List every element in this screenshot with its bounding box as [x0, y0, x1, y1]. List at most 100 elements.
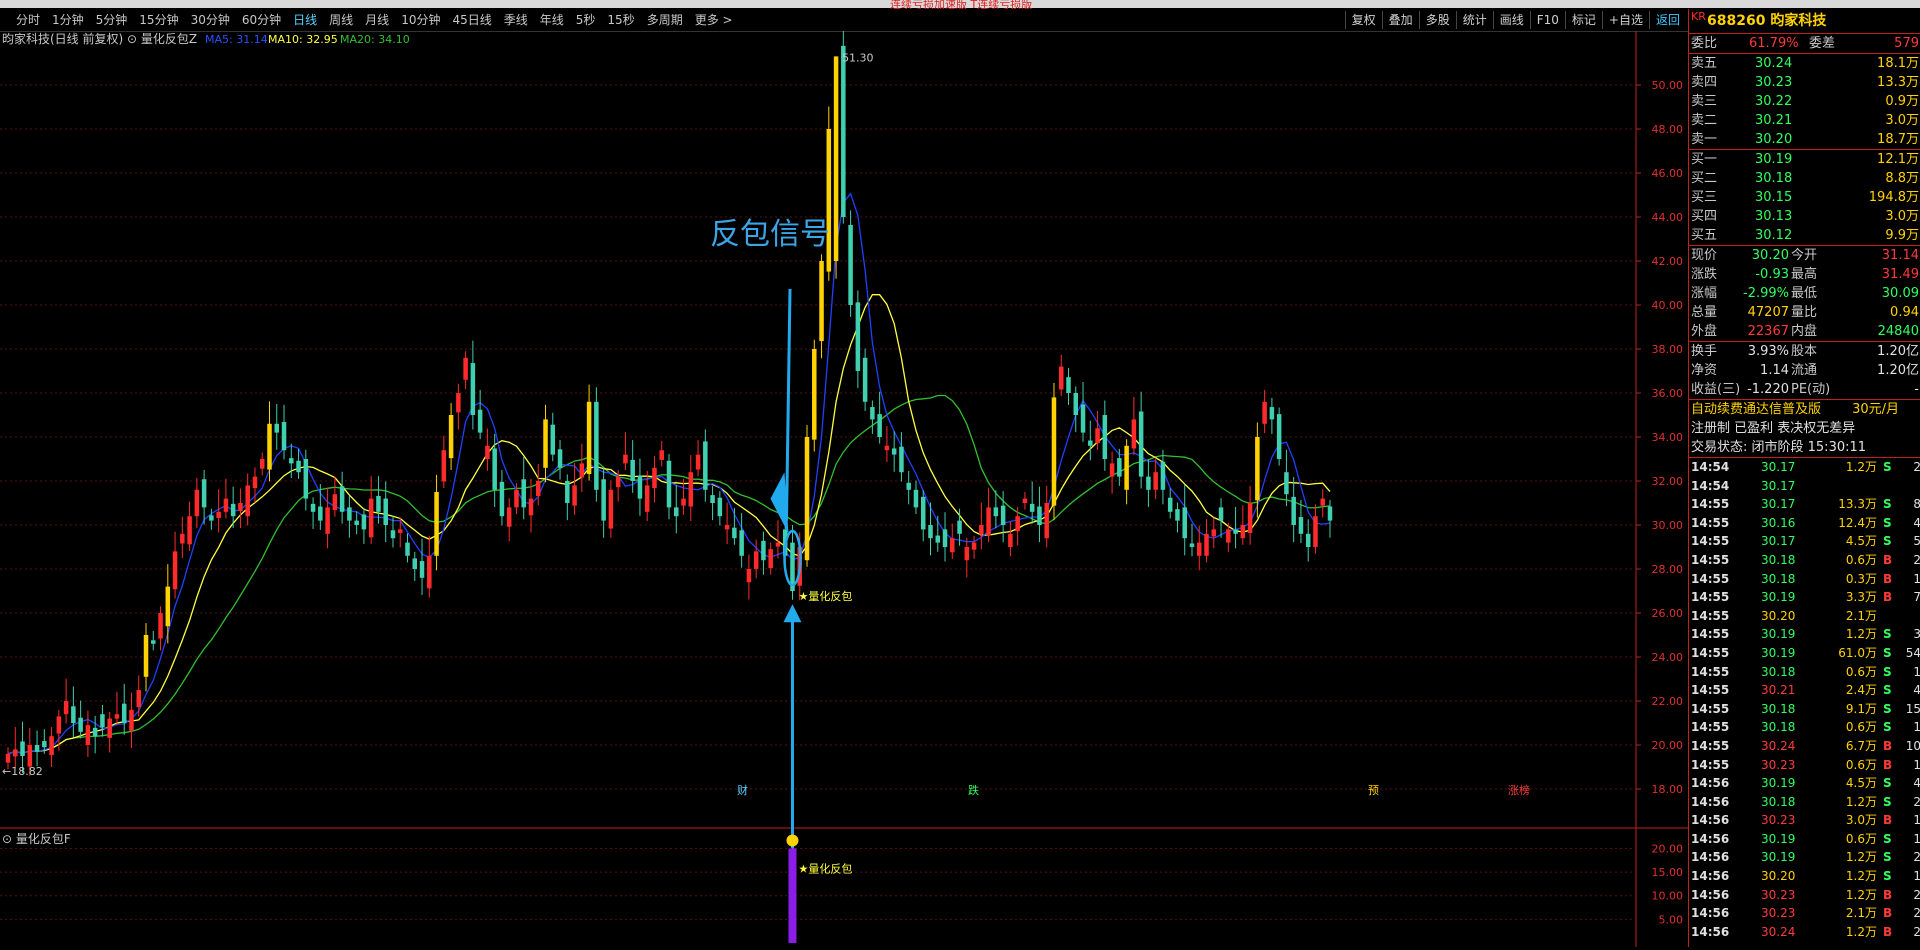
- tool-button-6[interactable]: 标记: [1564, 11, 1602, 29]
- period-tab-13[interactable]: 5秒: [570, 11, 602, 29]
- candle-body: [78, 717, 83, 732]
- candle-body: [506, 507, 512, 527]
- period-tab-15[interactable]: 多周期: [641, 11, 689, 29]
- kline-chart[interactable]: 50.00 48.00 46.00 44.00 42.00 40.00 38.00 36.00…: [0, 28, 1688, 947]
- candle-body: [761, 540, 766, 561]
- candle-body: [1117, 458, 1122, 477]
- tool-button-4[interactable]: 画线: [1492, 11, 1530, 29]
- tool-button-5[interactable]: F10: [1529, 11, 1565, 29]
- tick-row: 14:56 30.24 1.2万 B 2: [1691, 924, 1920, 939]
- candle-body: [1233, 529, 1238, 534]
- candle-body: [354, 520, 359, 525]
- period-tab-10[interactable]: 45日线: [446, 11, 497, 29]
- candle-body: [42, 741, 47, 748]
- ma10-line: [7, 294, 1331, 755]
- candle-body: [913, 489, 919, 508]
- candle-body: [274, 423, 280, 433]
- candle-body: [405, 542, 410, 556]
- candle-body: [1313, 516, 1318, 547]
- candle-body: [1058, 366, 1064, 390]
- tick-row: 14:56 30.19 0.6万 S 1: [1691, 831, 1920, 846]
- tick-row: 14:56 30.19 4.5万 S 4: [1691, 776, 1920, 791]
- tick-row: 14:55 30.19 1.2万 S 3: [1691, 627, 1920, 642]
- y-tick-label: 18.00: [1652, 783, 1684, 796]
- candle-body: [289, 458, 294, 464]
- stat2-row-0: 换手 3.93% 股本 1.20亿: [1691, 344, 1919, 359]
- period-tab-16[interactable]: 更多 >: [689, 11, 739, 29]
- candle-body: [1008, 533, 1013, 547]
- sub-tick-label: 20.00: [1652, 842, 1684, 855]
- candle-body: [920, 496, 926, 530]
- period-tab-11[interactable]: 季线: [498, 11, 534, 29]
- candle-body: [267, 423, 272, 470]
- candle-body: [521, 479, 526, 508]
- candle-body: [681, 498, 686, 506]
- candle-body: [855, 302, 861, 371]
- candle-body: [608, 489, 614, 529]
- tool-button-3[interactable]: 统计: [1455, 11, 1493, 29]
- period-tab-0[interactable]: 分时: [10, 11, 46, 29]
- period-tab-3[interactable]: 15分钟: [133, 11, 184, 29]
- candle-body: [1131, 419, 1137, 449]
- chart-svg[interactable]: 50.00 48.00 46.00 44.00 42.00 40.00 38.00 36.00…: [0, 28, 1688, 947]
- candle-body: [492, 448, 497, 490]
- candle-body: [5, 753, 11, 763]
- candle-body: [151, 640, 156, 644]
- sell-level-1: 卖一 30.20 18.7万: [1691, 132, 1919, 147]
- y-tick-label: 46.00: [1652, 167, 1684, 180]
- y-tick-label: 24.00: [1652, 651, 1684, 664]
- period-tab-6[interactable]: 日线: [287, 11, 323, 29]
- sell-level-4: 卖四 30.23 13.3万: [1691, 75, 1919, 90]
- tick-row: 14:56 30.19 1.2万 S 2: [1691, 850, 1920, 865]
- period-tab-7[interactable]: 周线: [323, 11, 359, 29]
- candle-body: [703, 441, 708, 490]
- period-tab-1[interactable]: 1分钟: [46, 11, 90, 29]
- candle-body: [34, 745, 40, 752]
- tool-button-0[interactable]: 复权: [1344, 11, 1382, 29]
- candle-body: [1305, 533, 1311, 547]
- period-tab-14[interactable]: 15秒: [601, 11, 640, 29]
- buy-level-3: 买三 30.15 194.8万: [1691, 190, 1919, 205]
- buy-level-2: 买二 30.18 8.8万: [1691, 171, 1919, 186]
- stat-row-2: 涨幅 -2.99% 最低 30.09: [1691, 286, 1919, 301]
- candle-body: [1269, 407, 1275, 420]
- tool-button-8[interactable]: 返回: [1648, 11, 1686, 29]
- candle-body: [812, 349, 817, 440]
- buy-orders: 买一 30.19 12.1万 买二 30.18 8.8万 买三 30.15 194.8万 买四 30…: [1689, 150, 1920, 246]
- candle-body: [470, 363, 476, 415]
- promo-row[interactable]: 自动续费通达信普及版 30元/月: [1689, 400, 1920, 419]
- candle-body: [281, 422, 287, 451]
- period-tab-12[interactable]: 年线: [534, 11, 570, 29]
- candle-body: [688, 472, 694, 507]
- candle-body: [695, 454, 701, 470]
- candle-body: [666, 460, 672, 508]
- y-tick-label: 34.00: [1652, 431, 1684, 444]
- candle-body: [841, 45, 846, 218]
- candle-body: [129, 709, 134, 731]
- chart-tool-buttons: 复权 叠加 多股 统计 画线 F10 标记 +自选 返回: [1344, 11, 1686, 29]
- tick-row: 14:56 30.20 1.2万 S 1: [1691, 869, 1920, 884]
- tick-row: 14:55 30.17 4.5万 S 5: [1691, 534, 1920, 549]
- period-tab-9[interactable]: 10分钟: [395, 11, 446, 29]
- period-tab-2[interactable]: 5分钟: [90, 11, 134, 29]
- price-stats: 现价 30.20 今开 31.14 涨跌 -0.93 最高 31.49 涨幅 -2.99% 最低 30…: [1689, 246, 1920, 342]
- ma20-line: [7, 394, 1331, 755]
- tool-button-7[interactable]: +自选: [1601, 11, 1649, 29]
- candle-body: [899, 446, 904, 473]
- candle-body: [565, 481, 570, 503]
- tick-row: 14:56 30.23 3.0万 B 1: [1691, 813, 1920, 828]
- tool-button-1[interactable]: 叠加: [1381, 11, 1419, 29]
- tool-button-2[interactable]: 多股: [1418, 11, 1456, 29]
- candle-body: [964, 547, 970, 561]
- candle-body: [1146, 476, 1151, 490]
- event-tag: 涨榜: [1508, 783, 1530, 797]
- candle-body: [361, 514, 367, 530]
- tick-list[interactable]: 14:54 30.17 1.2万 S 2 14:54 30.17 14:55 30.17 13.3…: [1689, 458, 1920, 941]
- y-tick-label: 20.00: [1652, 739, 1684, 752]
- period-tab-4[interactable]: 30分钟: [185, 11, 236, 29]
- candle-body: [223, 498, 229, 512]
- period-tab-5[interactable]: 60分钟: [236, 11, 287, 29]
- candle-body: [1276, 414, 1282, 459]
- candle-body: [848, 224, 853, 305]
- period-tab-8[interactable]: 月线: [359, 11, 395, 29]
